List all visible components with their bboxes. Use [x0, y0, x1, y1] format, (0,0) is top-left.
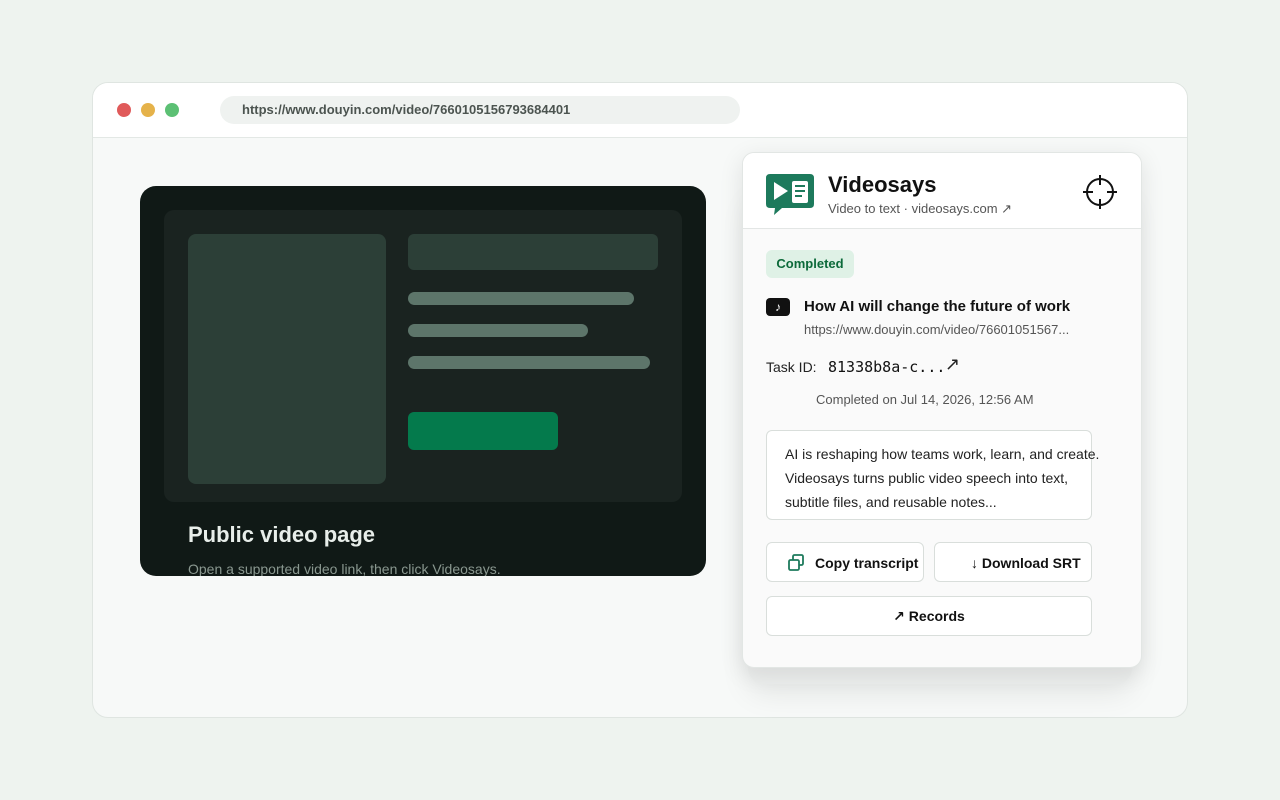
transcript-line: Videosays turns public video speech into… [785, 470, 1069, 486]
browser-titlebar: https://www.douyin.com/video/76601051567… [93, 83, 1187, 138]
records-label: ↗ Records [893, 608, 965, 624]
transcript-line: AI is reshaping how teams work, learn, a… [785, 446, 1100, 462]
text-line-placeholder [408, 356, 650, 369]
download-srt-label: ↓ Download SRT [971, 555, 1081, 571]
text-line-placeholder [408, 292, 634, 305]
close-window-button[interactable] [117, 103, 131, 117]
transcript-line: subtitle files, and reusable notes... [785, 494, 997, 510]
minimize-window-button[interactable] [141, 103, 155, 117]
video-url: https://www.douyin.com/video/76601051567… [804, 322, 1070, 337]
records-button[interactable]: ↗ Records [766, 596, 1092, 636]
task-id-value: 81338b8a-c... [828, 358, 946, 376]
videosays-logo-icon [766, 174, 814, 215]
video-page-card: Public video page Open a supported video… [140, 186, 706, 576]
title-placeholder [408, 234, 658, 270]
text-line-placeholder [408, 324, 588, 337]
cta-button-placeholder[interactable] [408, 412, 558, 450]
tiktok-icon: ♪ [766, 298, 790, 316]
crosshair-icon[interactable] [1083, 175, 1117, 209]
page-title: Public video page [188, 522, 376, 547]
videosays-extension-panel: Videosays Video to text · videosays.com … [742, 152, 1142, 668]
video-thumbnail-placeholder [188, 234, 386, 484]
transcript-preview: AI is reshaping how teams work, learn, a… [766, 430, 1100, 520]
copy-icon [788, 554, 804, 571]
copy-transcript-label: Copy transcript [815, 555, 919, 571]
video-title: How AI will change the future of work [804, 298, 1071, 315]
address-bar[interactable]: https://www.douyin.com/video/76601051567… [220, 96, 740, 124]
completed-timestamp: Completed on Jul 14, 2026, 12:56 AM [816, 392, 1034, 407]
brand-subtitle-link[interactable]: Video to text · videosays.com ↗ [828, 201, 1012, 217]
maximize-window-button[interactable] [165, 103, 179, 117]
page-subtitle: Open a supported video link, then click … [188, 561, 501, 576]
status-badge: Completed [766, 250, 854, 278]
task-id-label: Task ID: [766, 359, 817, 375]
panel-header: Videosays Video to text · videosays.com … [743, 153, 1141, 229]
brand-name: Videosays [828, 172, 937, 197]
external-link-icon[interactable]: ↗ [945, 354, 960, 375]
video-preview [164, 210, 682, 502]
download-srt-button[interactable]: ↓ Download SRT [934, 542, 1092, 582]
copy-transcript-button[interactable]: Copy transcript [766, 542, 924, 582]
